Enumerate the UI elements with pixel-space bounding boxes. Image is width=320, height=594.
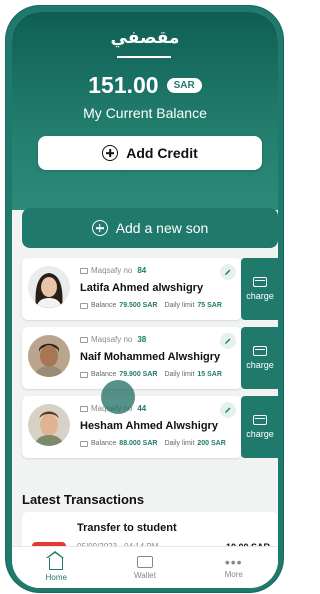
id-card-icon bbox=[80, 405, 88, 412]
charge-button[interactable]: charge bbox=[241, 396, 278, 458]
son-balance: 79.900 SAR bbox=[119, 371, 158, 378]
add-credit-button[interactable]: Add Credit bbox=[38, 136, 262, 170]
nav-home[interactable]: Home bbox=[12, 547, 101, 588]
son-avatar bbox=[28, 266, 70, 308]
bottom-nav: Home Wallet ••• More bbox=[12, 546, 278, 588]
brand-underline bbox=[117, 56, 171, 58]
maqsafy-label: Maqsafy no bbox=[91, 335, 133, 344]
edit-son-button[interactable] bbox=[220, 333, 236, 349]
son-name: Latifa Ahmed alwshigry bbox=[80, 282, 204, 294]
daily-limit-value: 15 SAR bbox=[197, 371, 222, 378]
add-son-button[interactable]: Add a new son bbox=[22, 208, 278, 248]
app-screen: مقصفي 151.00 SAR My Current Balance Add … bbox=[12, 12, 278, 588]
charge-button[interactable]: charge bbox=[241, 258, 278, 320]
wallet-icon bbox=[80, 440, 88, 447]
son-balance: 88.000 SAR bbox=[119, 440, 158, 447]
balance-row: 151.00 SAR bbox=[12, 72, 278, 99]
balance-header: مقصفي 151.00 SAR My Current Balance Add … bbox=[12, 12, 278, 210]
maqsafy-value: 44 bbox=[137, 404, 147, 413]
son-avatar bbox=[28, 404, 70, 446]
add-credit-label: Add Credit bbox=[126, 145, 198, 161]
maqsafy-label: Maqsafy no bbox=[91, 266, 133, 275]
maqsafy-number: Maqsafy no 84 bbox=[80, 266, 146, 275]
daily-limit-value: 75 SAR bbox=[197, 302, 222, 309]
id-card-icon bbox=[80, 267, 88, 274]
pencil-icon bbox=[225, 269, 231, 275]
credit-card-icon bbox=[253, 415, 267, 425]
balance-label: My Current Balance bbox=[83, 105, 207, 121]
maqsafy-value: 84 bbox=[137, 266, 147, 275]
app-brand: مقصفي bbox=[110, 28, 180, 47]
son-name: Naif Mohammed Alwshigry bbox=[80, 351, 221, 363]
son-name: Hesham Ahmed Alwshigry bbox=[80, 420, 218, 432]
currency-badge: SAR bbox=[166, 78, 202, 93]
id-card-icon bbox=[80, 336, 88, 343]
daily-limit-label: Daily limit bbox=[164, 440, 195, 447]
balance-label: Balance bbox=[91, 440, 117, 447]
nav-more[interactable]: ••• More bbox=[189, 547, 278, 588]
plus-circle-icon bbox=[91, 220, 108, 236]
charge-label: charge bbox=[246, 360, 274, 370]
nav-wallet[interactable]: Wallet bbox=[101, 547, 190, 588]
charge-button[interactable]: charge bbox=[241, 327, 278, 389]
edit-son-button[interactable] bbox=[220, 402, 236, 418]
son-balance-row: Balance 88.000 SAR Daily limit 200 SAR bbox=[80, 440, 230, 447]
credit-card-icon bbox=[253, 346, 267, 356]
balance-amount: 151.00 bbox=[88, 72, 159, 98]
charge-label: charge bbox=[246, 291, 274, 301]
nav-more-label: More bbox=[224, 569, 243, 579]
nav-wallet-label: Wallet bbox=[134, 570, 156, 580]
balance-label: Balance bbox=[91, 302, 117, 309]
pencil-icon bbox=[225, 407, 231, 413]
daily-limit-label: Daily limit bbox=[164, 302, 195, 309]
daily-limit-value: 200 SAR bbox=[197, 440, 226, 447]
home-icon bbox=[46, 550, 65, 570]
add-son-label: Add a new son bbox=[115, 220, 209, 236]
maqsafy-number: Maqsafy no 38 bbox=[80, 335, 146, 344]
credit-card-icon bbox=[253, 277, 267, 287]
latest-transactions-title: Latest Transactions bbox=[22, 492, 145, 507]
pencil-icon bbox=[225, 338, 231, 344]
touch-indicator bbox=[101, 380, 135, 414]
maqsafy-value: 38 bbox=[137, 335, 147, 344]
son-card[interactable]: Maqsafy no 84 Latifa Ahmed alwshigry Bal… bbox=[22, 258, 242, 320]
balance-label: Balance bbox=[91, 371, 117, 378]
daily-limit-label: Daily limit bbox=[164, 371, 195, 378]
wallet-icon bbox=[80, 371, 88, 378]
more-icon: ••• bbox=[224, 553, 243, 570]
charge-label: charge bbox=[246, 429, 274, 439]
nav-home-label: Home bbox=[45, 572, 67, 582]
son-balance: 79.500 SAR bbox=[119, 302, 158, 309]
son-balance-row: Balance 79.500 SAR Daily limit 75 SAR bbox=[80, 302, 226, 309]
son-card[interactable]: Maqsafy no 38 Naif Mohammed Alwshigry Ba… bbox=[22, 327, 242, 389]
edit-son-button[interactable] bbox=[220, 264, 236, 280]
wallet-icon bbox=[80, 302, 88, 309]
plus-circle-icon bbox=[102, 145, 119, 161]
son-avatar bbox=[28, 335, 70, 377]
son-balance-row: Balance 79.900 SAR Daily limit 15 SAR bbox=[80, 371, 226, 378]
wallet-icon bbox=[137, 555, 153, 568]
transaction-title: Transfer to student bbox=[77, 522, 177, 534]
